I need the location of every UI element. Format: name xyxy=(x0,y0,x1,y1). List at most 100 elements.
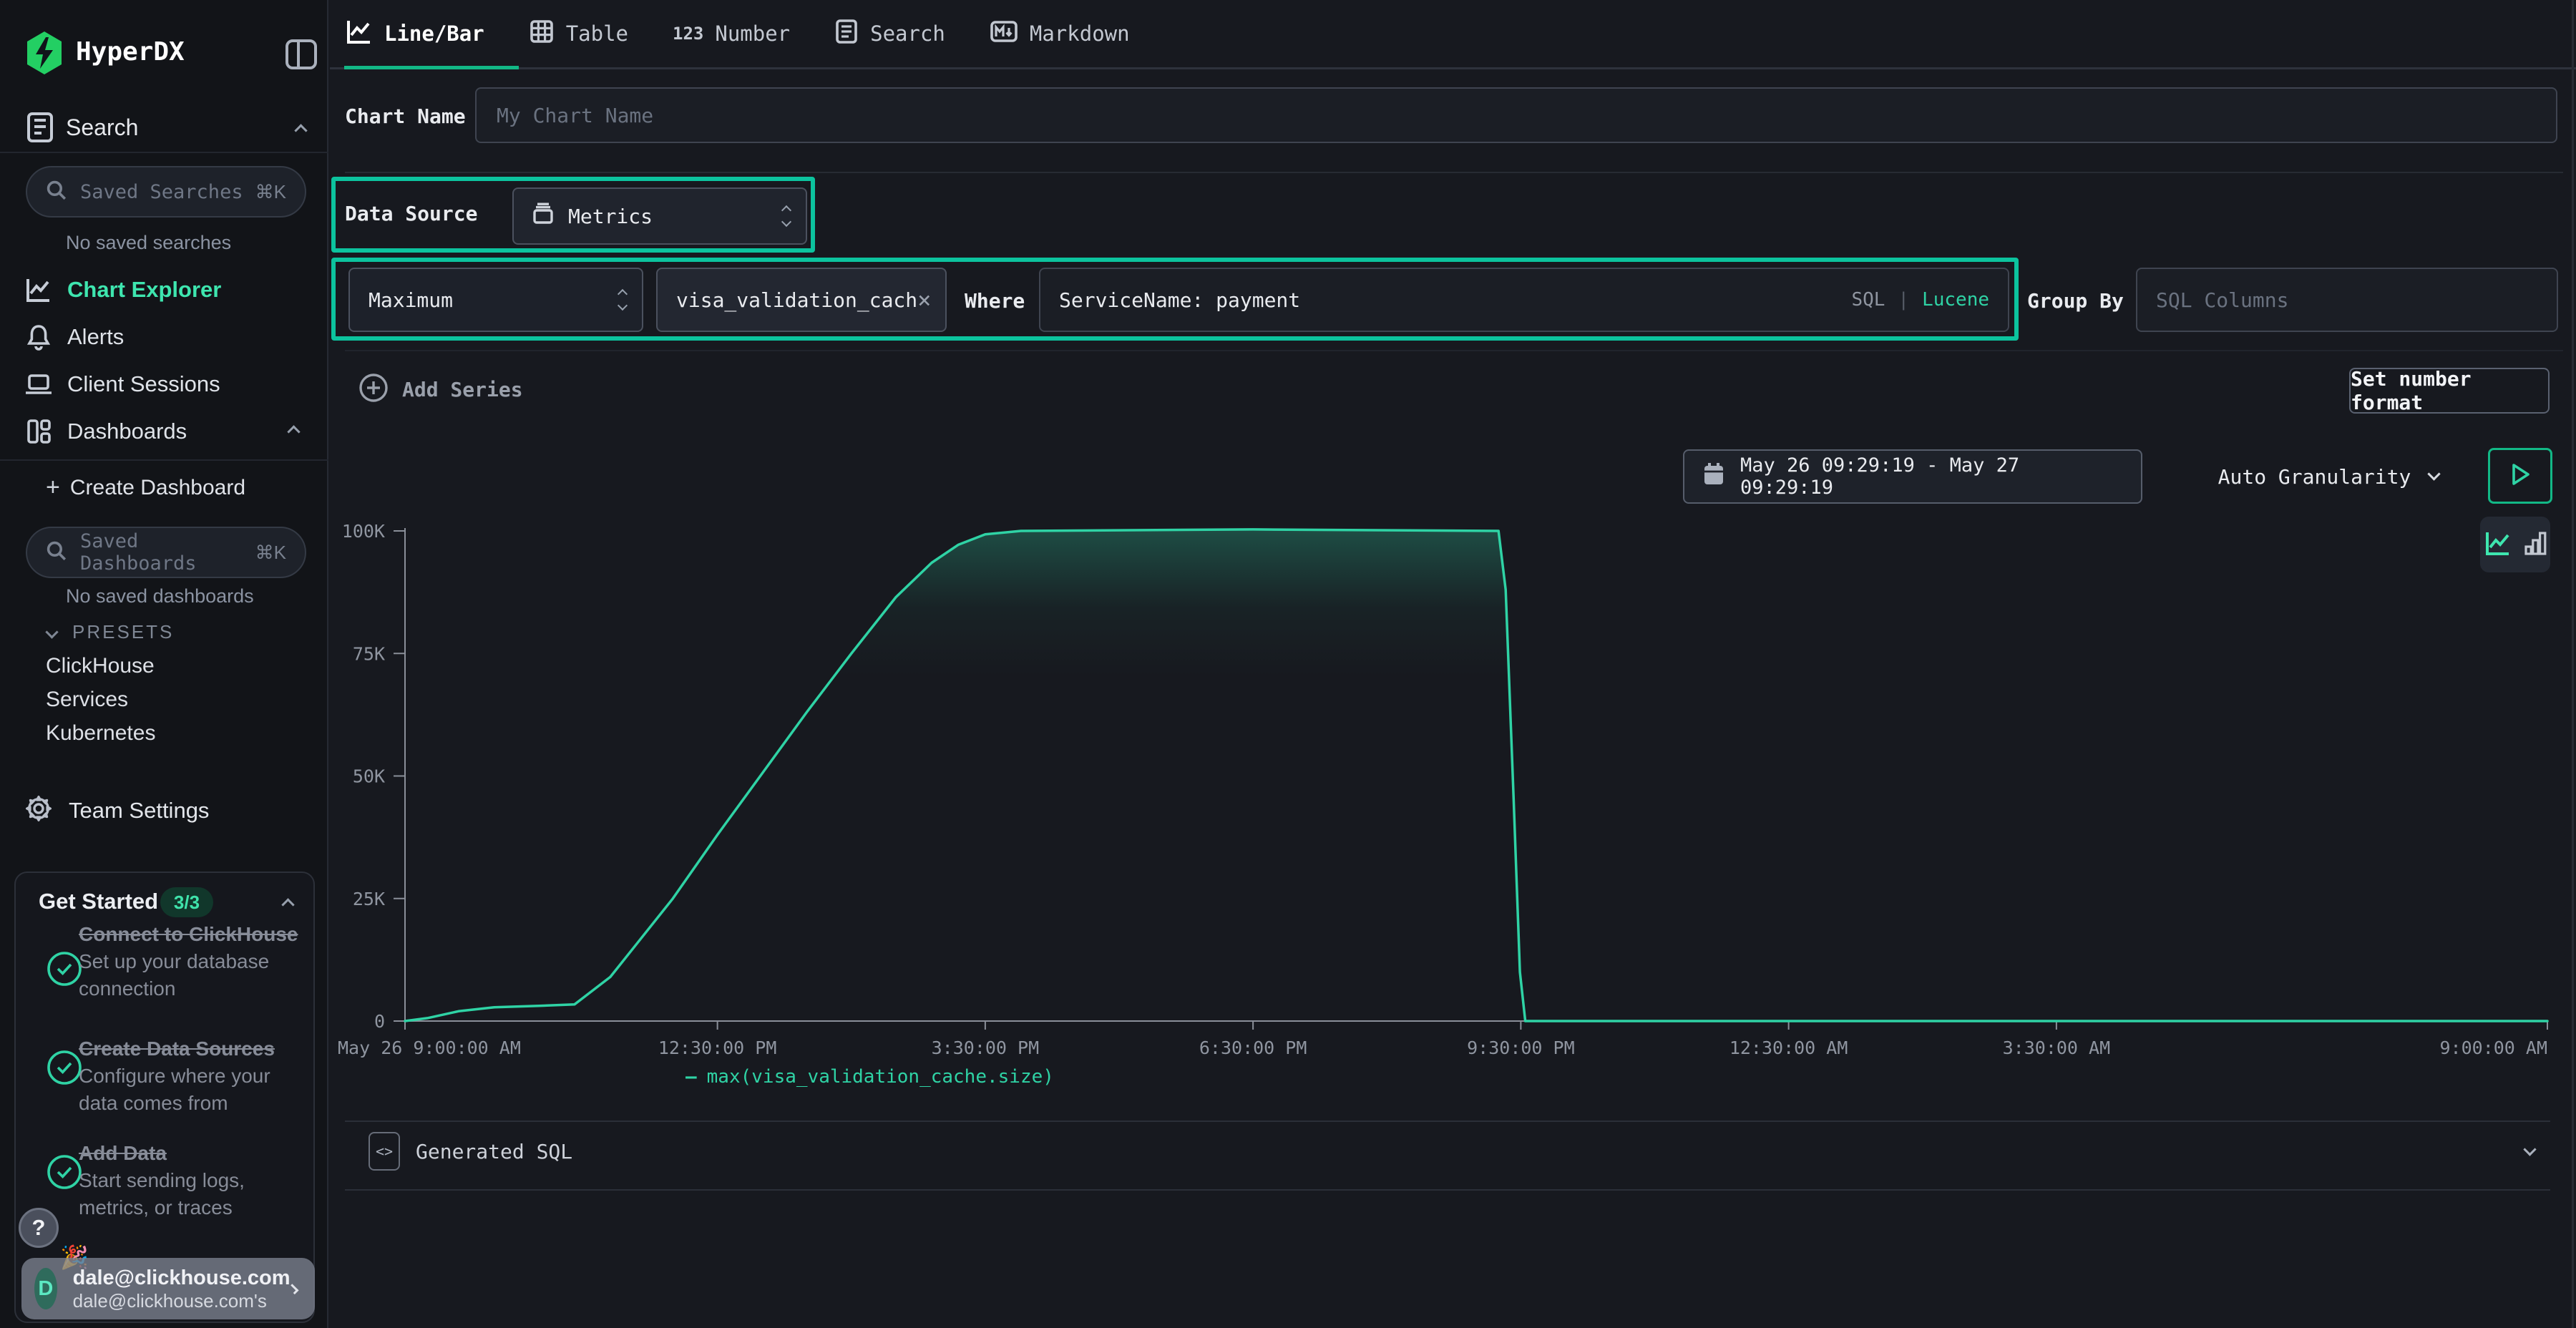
saved-searches-shortcut: ⌘K xyxy=(255,181,286,203)
svg-text:100K: 100K xyxy=(342,521,385,542)
section-divider xyxy=(345,1189,2550,1191)
play-icon xyxy=(2509,462,2531,490)
get-started-item[interactable]: Create Data Sources Configure where your… xyxy=(79,1035,308,1117)
search-collapse-chevron-icon[interactable] xyxy=(294,124,307,137)
preset-clickhouse[interactable]: ClickHouse xyxy=(46,654,155,678)
sidebar-divider xyxy=(0,459,328,461)
chart-name-label: Chart Name xyxy=(345,104,466,128)
get-started-title: Get Started xyxy=(39,889,158,914)
svg-text:25K: 25K xyxy=(353,889,385,909)
data-source-select[interactable]: Metrics xyxy=(512,187,807,245)
get-started-item[interactable]: Connect to ClickHouse Set up your databa… xyxy=(79,920,302,1002)
get-started-panel: Get Started 3/3 Connect to ClickHouse Se… xyxy=(14,872,315,1323)
sidebar-collapse-icon[interactable] xyxy=(285,37,318,75)
svg-text:6:30:00 PM: 6:30:00 PM xyxy=(1199,1038,1307,1058)
sidebar-item-dashboards[interactable]: Dashboards xyxy=(0,408,328,455)
no-saved-searches-text: No saved searches xyxy=(66,232,231,254)
svg-text:3:30:00 PM: 3:30:00 PM xyxy=(932,1038,1040,1058)
saved-searches-placeholder: Saved Searches xyxy=(80,181,255,203)
plus-circle-icon xyxy=(358,372,389,407)
svg-text:3:30:00 AM: 3:30:00 AM xyxy=(2003,1038,2111,1058)
saved-dashboards-input[interactable]: Saved Dashboards ⌘K xyxy=(26,527,306,578)
tab-search[interactable]: Search xyxy=(834,19,945,49)
chevron-down-icon xyxy=(2428,467,2441,480)
sql-mode-toggle[interactable]: SQL xyxy=(1851,289,1885,311)
app-root: HyperDX Search Saved Searches ⌘K No save… xyxy=(0,0,2576,1328)
dashboards-collapse-chevron-icon[interactable] xyxy=(287,425,300,438)
timeseries-chart[interactable]: 025K50K75K100KMay 26 9:00:00 AM12:30:00 … xyxy=(336,519,2563,1085)
help-button[interactable]: ? xyxy=(19,1208,59,1248)
tab-markdown[interactable]: Markdown xyxy=(990,19,1130,49)
get-started-item[interactable]: Add Data Start sending logs, metrics, or… xyxy=(79,1139,308,1221)
tab-table[interactable]: Table xyxy=(529,19,628,49)
svg-text:9:30:00 PM: 9:30:00 PM xyxy=(1467,1038,1575,1058)
chart-name-input[interactable]: My Chart Name xyxy=(475,87,2557,143)
sidebar-item-chart-explorer[interactable]: Chart Explorer xyxy=(0,266,328,313)
add-series-button[interactable]: Add Series xyxy=(358,372,523,407)
create-dashboard-button[interactable]: + Create Dashboard xyxy=(46,474,245,502)
svg-text:12:30:00 PM: 12:30:00 PM xyxy=(658,1038,777,1058)
sidebar-item-alerts[interactable]: Alerts xyxy=(0,313,328,361)
laptop-icon xyxy=(24,371,53,397)
check-circle-icon xyxy=(46,1153,83,1191)
tab-number[interactable]: 123 Number xyxy=(673,21,790,46)
presets-chevron-icon xyxy=(45,625,58,638)
svg-text:12:30:00 AM: 12:30:00 AM xyxy=(1729,1038,1848,1058)
set-number-format-button[interactable]: Set number format xyxy=(2349,368,2550,414)
markdown-icon xyxy=(990,19,1018,49)
run-query-button[interactable] xyxy=(2488,448,2552,504)
section-divider xyxy=(345,1120,2550,1122)
user-email: dale@clickhouse.com xyxy=(73,1266,291,1290)
generated-sql-header[interactable]: <> Generated SQL xyxy=(369,1132,572,1171)
date-range-input[interactable]: May 26 09:29:19 - May 27 09:29:19 xyxy=(1683,449,2142,504)
legend-swatch: — xyxy=(686,1066,697,1088)
remove-metric-icon[interactable]: × xyxy=(917,286,931,313)
search-icon xyxy=(46,540,67,565)
avatar: D xyxy=(34,1268,57,1309)
presets-toggle[interactable]: PRESETS xyxy=(47,621,174,643)
select-updown-chevrons-icon xyxy=(619,290,626,309)
get-started-collapse-chevron-icon[interactable] xyxy=(281,898,294,911)
search-list-icon xyxy=(834,19,859,49)
generated-sql-expand-chevron-icon[interactable] xyxy=(2523,1143,2536,1156)
granularity-select[interactable]: Auto Granularity xyxy=(2194,449,2463,504)
active-tab-underline xyxy=(344,66,519,69)
saved-searches-input[interactable]: Saved Searches ⌘K xyxy=(26,166,306,218)
group-by-label: Group By xyxy=(2027,289,2124,313)
metric-tag[interactable]: visa_validation_cach × xyxy=(656,268,947,332)
legend-label: max(visa_validation_cache.size) xyxy=(707,1066,1054,1088)
gear-icon xyxy=(24,794,53,826)
main-content: Line/Bar Table 123 Number Search xyxy=(330,0,2576,1328)
chart-explorer-icon xyxy=(24,276,53,303)
scrollbar[interactable] xyxy=(2572,0,2574,1328)
table-icon xyxy=(529,19,555,49)
saved-dashboards-placeholder: Saved Dashboards xyxy=(80,530,255,575)
get-started-badge: 3/3 xyxy=(160,887,213,917)
code-icon: <> xyxy=(369,1132,400,1171)
line-chart-icon xyxy=(346,18,373,50)
hyperdx-logo-icon xyxy=(26,31,63,78)
brand-title: HyperDX xyxy=(76,37,185,67)
search-icon xyxy=(46,180,67,205)
search-section-icon xyxy=(26,112,54,147)
plus-icon: + xyxy=(46,474,60,502)
check-circle-icon xyxy=(46,1049,83,1086)
sidebar-item-team-settings[interactable]: Team Settings xyxy=(24,794,209,826)
check-circle-icon xyxy=(46,950,83,987)
svg-text:75K: 75K xyxy=(353,643,385,664)
sidebar-item-client-sessions[interactable]: Client Sessions xyxy=(0,361,328,408)
select-updown-chevrons-icon xyxy=(783,207,790,225)
preset-kubernetes[interactable]: Kubernetes xyxy=(46,721,155,746)
where-input[interactable]: ServiceName: payment SQL | Lucene xyxy=(1039,268,2009,332)
lucene-mode-toggle[interactable]: Lucene xyxy=(1922,289,1989,311)
user-team: dale@clickhouse.com's xyxy=(73,1290,291,1312)
metrics-db-icon xyxy=(531,202,555,231)
chart-legend: — max(visa_validation_cache.size) xyxy=(686,1066,1054,1088)
tab-line-bar[interactable]: Line/Bar xyxy=(346,18,484,50)
sidebar-section-search[interactable]: Search xyxy=(66,114,138,141)
data-source-label: Data Source xyxy=(345,202,477,225)
group-by-input[interactable]: SQL Columns xyxy=(2136,268,2558,332)
user-menu[interactable]: D dale@clickhouse.com dale@clickhouse.co… xyxy=(21,1258,315,1319)
aggregation-select[interactable]: Maximum xyxy=(348,268,643,332)
preset-services[interactable]: Services xyxy=(46,688,128,712)
